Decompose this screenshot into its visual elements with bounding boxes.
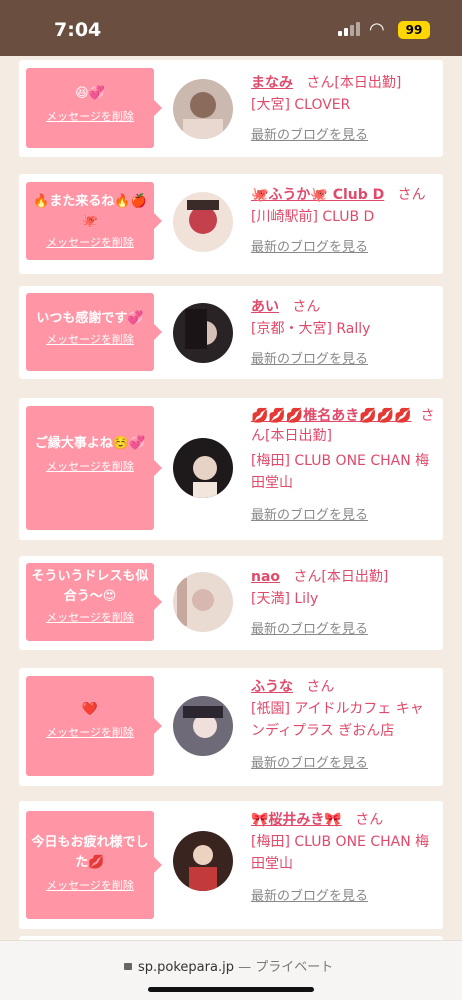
blog-link[interactable]: 最新のブログを見る [251, 124, 437, 143]
list-item: いつも感謝です💞 メッセージを削除 あい さん [京都・大宮] Rally 最新… [19, 286, 443, 379]
honorific: さん [355, 812, 384, 828]
blog-link[interactable]: 最新のブログを見る [251, 618, 437, 637]
avatar-image [173, 438, 233, 498]
status-time: 7:04 [54, 19, 102, 41]
today-badge: [本日出勤] [265, 428, 332, 444]
avatar[interactable] [173, 438, 233, 498]
list-item: 😆💞 メッセージを削除 まなみ さん[本日出勤] [大宮] CLOVER 最新の… [19, 60, 443, 157]
honorific: さん [293, 569, 322, 585]
shop-name: [祇園] アイドルカフェ キャンディプラス ぎおん店 [251, 701, 424, 739]
delete-message-link[interactable]: メッセージを削除 [26, 108, 154, 124]
today-badge: [本日出勤] [334, 75, 402, 91]
blog-link[interactable]: 最新のブログを見る [251, 348, 437, 367]
shop-name: [大宮] CLOVER [251, 97, 351, 113]
battery-icon: 99 [398, 21, 430, 39]
list-item: そういうドレスも似合う〜😍 メッセージを削除 nao さん[本日出勤] [天満]… [19, 556, 443, 650]
cast-name-row: 🎀桜井みき🎀 さん [251, 809, 437, 829]
message-bubble: ❤️ メッセージを削除 [26, 676, 162, 776]
shop-name: [川崎駅前] CLUB D [251, 209, 375, 225]
cast-name-link[interactable]: 🐙ふうか🐙 Club D [251, 187, 384, 203]
cast-info: 🎀桜井みき🎀 さん [梅田] CLUB ONE CHAN 梅田堂山 最新のブログ… [251, 809, 437, 904]
message-bubble: そういうドレスも似合う〜😍 メッセージを削除 [26, 563, 162, 641]
message-bubble: いつも感謝です💞 メッセージを削除 [26, 293, 162, 371]
avatar[interactable] [173, 303, 233, 363]
shop-name: [天満] Lily [251, 591, 319, 607]
shop-name: [梅田] CLUB ONE CHAN 梅田堂山 [251, 834, 430, 872]
message-text: ❤️ [81, 702, 99, 717]
cast-name-row: 💋💋💋椎名あき💋💋💋 さん[本日出勤] [251, 406, 441, 446]
cast-name-row: nao さん[本日出勤] [251, 566, 437, 586]
delete-message-link[interactable]: メッセージを削除 [26, 877, 154, 893]
honorific: さん [306, 679, 335, 695]
avatar[interactable] [173, 192, 233, 252]
cast-name-link[interactable]: 💋💋💋椎名あき💋💋💋 [251, 408, 412, 424]
cast-name-link[interactable]: nao [251, 569, 280, 585]
message-bubble: ご縁大事よね☺️💞 メッセージを削除 [26, 406, 162, 530]
avatar[interactable] [173, 831, 233, 891]
list-item: ご縁大事よね☺️💞 メッセージを削除 💋💋💋椎名あき💋💋💋 さん[本日出勤] [… [19, 398, 443, 540]
honorific: さん [292, 299, 321, 315]
cast-name-link[interactable]: まなみ [251, 75, 293, 91]
honorific: さん [306, 75, 335, 91]
cast-name-row: あい さん [251, 296, 437, 316]
message-bubble: 今日もお疲れ様でした💋 メッセージを削除 [26, 811, 162, 919]
cast-name-link[interactable]: あい [251, 299, 279, 315]
avatar-image [173, 79, 233, 139]
message-text: 今日もお疲れ様でした💋 [31, 835, 149, 870]
cast-info: ふうな さん [祇園] アイドルカフェ キャンディプラス ぎおん店 最新のブログ… [251, 676, 437, 771]
blog-link[interactable]: 最新のブログを見る [251, 885, 437, 904]
cast-info: あい さん [京都・大宮] Rally 最新のブログを見る [251, 296, 437, 367]
blog-link[interactable]: 最新のブログを見る [251, 504, 441, 523]
delete-message-link[interactable]: メッセージを削除 [26, 458, 154, 474]
cast-info: nao さん[本日出勤] [天満] Lily 最新のブログを見る [251, 566, 437, 637]
blog-link[interactable]: 最新のブログを見る [251, 752, 437, 771]
status-bar: 7:04 ◠ 99 [0, 0, 462, 56]
avatar-image [173, 831, 233, 891]
cast-name-row: 🐙ふうか🐙 Club D さん [251, 184, 441, 204]
shop-name: [梅田] CLUB ONE CHAN 梅田堂山 [251, 453, 430, 491]
avatar-image [173, 303, 233, 363]
delete-message-link[interactable]: メッセージを削除 [26, 609, 154, 625]
avatar[interactable] [173, 572, 233, 632]
home-indicator [148, 987, 314, 992]
private-label: プライベート [255, 960, 334, 975]
message-bubble: 😆💞 メッセージを削除 [26, 68, 162, 148]
avatar-image [173, 192, 233, 252]
avatar-image [173, 696, 233, 756]
avatar-image [173, 572, 233, 632]
delete-message-link[interactable]: メッセージを削除 [26, 234, 154, 250]
avatar[interactable] [173, 79, 233, 139]
list-item: ❤️ メッセージを削除 ふうな さん [祇園] アイドルカフェ キャンディプラス… [19, 668, 443, 786]
cast-info: 💋💋💋椎名あき💋💋💋 さん[本日出勤] [梅田] CLUB ONE CHAN 梅… [251, 406, 441, 523]
message-text: 😆💞 [75, 86, 105, 101]
cast-info: まなみ さん[本日出勤] [大宮] CLOVER 最新のブログを見る [251, 72, 437, 143]
blog-link[interactable]: 最新のブログを見る [251, 236, 441, 255]
honorific: さん [397, 187, 426, 203]
wifi-icon: ◠ [369, 19, 385, 40]
cast-info: 🐙ふうか🐙 Club D さん [川崎駅前] CLUB D 最新のブログを見る [251, 184, 441, 255]
signal-icon [338, 22, 360, 36]
message-text: 🔥また来るね🔥🍎🐙 [33, 194, 147, 229]
delete-message-link[interactable]: メッセージを削除 [26, 724, 154, 740]
cast-name-link[interactable]: ふうな [251, 679, 293, 695]
message-bubble: 🔥また来るね🔥🍎🐙 メッセージを削除 [26, 182, 162, 260]
lock-icon [124, 963, 132, 970]
message-text: ご縁大事よね☺️💞 [34, 436, 146, 451]
delete-message-link[interactable]: メッセージを削除 [26, 331, 154, 347]
list-item: 🔥また来るね🔥🍎🐙 メッセージを削除 🐙ふうか🐙 Club D さん [川崎駅前… [19, 174, 443, 274]
shop-name: [京都・大宮] Rally [251, 321, 371, 337]
url-text: sp.pokepara.jp [138, 960, 234, 975]
message-text: そういうドレスも似合う〜😍 [31, 569, 149, 604]
cast-name-link[interactable]: 🎀桜井みき🎀 [251, 812, 342, 828]
message-text: いつも感謝です💞 [36, 311, 144, 326]
cast-name-row: ふうな さん [251, 676, 437, 696]
avatar[interactable] [173, 696, 233, 756]
list-item: 今日もお疲れ様でした💋 メッセージを削除 🎀桜井みき🎀 さん [梅田] CLUB… [19, 801, 443, 929]
url-display[interactable]: sp.pokepara.jp — プライベート [124, 956, 333, 975]
cast-name-row: まなみ さん[本日出勤] [251, 72, 437, 92]
today-badge: [本日出勤] [321, 569, 389, 585]
url-separator: — [238, 960, 252, 975]
message-list[interactable]: 😆💞 メッセージを削除 まなみ さん[本日出勤] [大宮] CLOVER 最新の… [0, 56, 462, 940]
